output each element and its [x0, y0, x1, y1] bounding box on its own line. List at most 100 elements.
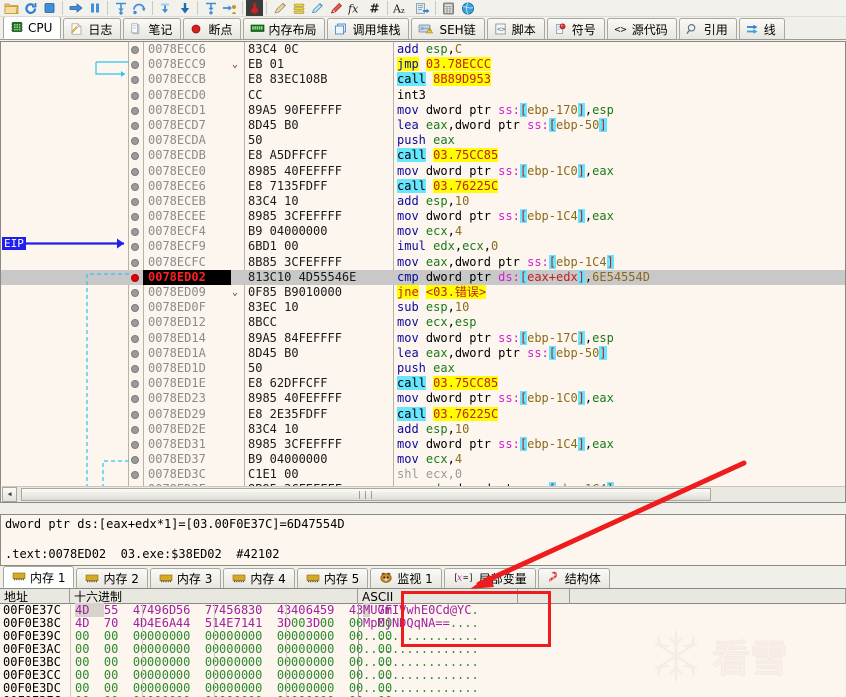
- dump-hex-byte[interactable]: 00: [147, 629, 176, 643]
- bottom-tab-memory-3[interactable]: 内存 3: [149, 568, 222, 588]
- disasm-row[interactable]: 0078ECFC 8B85 3CFEFFFF mov eax,dword ptr s…: [1, 254, 845, 270]
- disasm-row[interactable]: 0078ED23 8985 40FEFFFF mov dword ptr ss:[e…: [1, 391, 845, 406]
- disasm-row[interactable]: 0078ED02 813C10 4D55546E cmp dword ptr ds:…: [1, 269, 845, 285]
- dump-hex-byte[interactable]: 49: [147, 603, 176, 617]
- disasm-row[interactable]: 0078ED3C C1E1 00 shl ecx,0: [1, 467, 845, 482]
- disasm-row[interactable]: 0078ED31 8985 3CFEFFFF mov dword ptr ss:[e…: [1, 436, 845, 452]
- breakpoint-dot-icon[interactable]: [131, 152, 139, 161]
- disasm-row[interactable]: 0078ECE6 E8 7135FDFF call 03.76225C: [1, 178, 845, 194]
- disasm-row[interactable]: 0078ED12 8BCC mov ecx,esp: [1, 315, 845, 330]
- breakpoint-dot-icon[interactable]: [131, 395, 139, 404]
- dump-hex-byte[interactable]: 00: [219, 629, 248, 643]
- tab-call-stack[interactable]: 调用堆栈: [327, 18, 410, 39]
- dump-hex-byte[interactable]: 00: [291, 655, 320, 669]
- hash-icon[interactable]: #: [365, 0, 384, 16]
- dump-hex-byte[interactable]: 00: [248, 655, 277, 669]
- disasm-row[interactable]: 0078ECD1 89A5 90FEFFFF mov dword ptr ss:[e…: [1, 102, 845, 118]
- dump-hex-byte[interactable]: 00: [248, 681, 277, 695]
- breakpoint-dot-icon[interactable]: [131, 364, 139, 373]
- hscroll-thumb[interactable]: |||: [21, 487, 711, 501]
- breakpoint-dot-icon[interactable]: [131, 304, 139, 313]
- dump-hex-byte[interactable]: 00: [147, 681, 176, 695]
- tab-references[interactable]: 引用: [678, 18, 737, 39]
- dump-hex-byte[interactable]: 70: [104, 616, 133, 630]
- dump-hex-byte[interactable]: 00: [219, 681, 248, 695]
- disasm-row[interactable]: 0078ECEB 83C4 10 add esp,10: [1, 194, 845, 209]
- dump-hex-byte[interactable]: 00: [219, 655, 248, 669]
- breakpoint-dot-icon[interactable]: [131, 121, 139, 130]
- disasm-row[interactable]: 0078ED1A 8D45 B0 lea eax,dword ptr ss:[ebp…: [1, 345, 845, 361]
- disasm-row[interactable]: 0078ECDB E8 A5DFFCFF call 03.75CC85: [1, 148, 845, 163]
- run-icon[interactable]: [66, 0, 85, 16]
- dump-hex-byte[interactable]: 00: [320, 681, 349, 695]
- breakpoint-dot-icon[interactable]: [131, 425, 139, 434]
- disasm-row[interactable]: 0078ECEE 8985 3CFEFFFF mov dword ptr ss:[e…: [1, 209, 845, 224]
- bottom-tab-memory-5[interactable]: 内存 5: [296, 568, 369, 588]
- pause-icon[interactable]: [85, 0, 104, 16]
- tab-threads[interactable]: 线: [738, 18, 785, 39]
- dump-hex-byte[interactable]: 00: [320, 629, 349, 643]
- bottom-tab-watch-1[interactable]: 监视 1: [370, 568, 442, 588]
- dump-hex-byte[interactable]: 00: [291, 642, 320, 656]
- dump-hex-byte[interactable]: 00: [176, 629, 205, 643]
- bottom-tab-memory-1[interactable]: 内存 1: [3, 566, 75, 588]
- breakpoint-dot-icon[interactable]: [131, 91, 139, 100]
- tab-script[interactable]: <> 脚本: [486, 18, 545, 39]
- dump-hex-byte[interactable]: 40: [291, 603, 320, 617]
- breakpoint-dot-icon[interactable]: [131, 137, 139, 146]
- dump-hex-byte[interactable]: 00: [219, 668, 248, 682]
- memory-dump-pane[interactable]: 地址 十六进制 ASCII 00F0E37C 4D 55 47 6D 49 56 7…: [0, 589, 846, 697]
- breakpoint-icon[interactable]: [246, 0, 263, 16]
- breakpoint-dot-icon[interactable]: [131, 61, 139, 70]
- export-icon[interactable]: [413, 0, 432, 16]
- dump-hex-byte[interactable]: 00: [320, 616, 349, 630]
- dump-hex-byte[interactable]: 00: [75, 655, 104, 669]
- breakpoint-dot-icon[interactable]: [131, 167, 139, 176]
- dump-hex-byte[interactable]: 00: [176, 655, 205, 669]
- dump-hex-byte[interactable]: 00: [147, 642, 176, 656]
- breakpoint-dot-icon[interactable]: [131, 106, 139, 115]
- breakpoint-dot-icon[interactable]: [131, 440, 139, 449]
- dump-hex-byte[interactable]: 4D: [75, 603, 104, 617]
- disassembly-pane[interactable]: 0078ECC6 83C4 0C add esp,C 0078ECC9 ⌄ EB 01 jm…: [0, 41, 846, 503]
- alphabet-icon[interactable]: Az: [391, 0, 413, 16]
- breakpoint-dot-icon[interactable]: [131, 182, 139, 191]
- dump-hex-byte[interactable]: 00: [104, 681, 133, 695]
- tab-log[interactable]: 日志: [63, 18, 122, 39]
- breakpoint-dot-icon[interactable]: [131, 289, 139, 297]
- disasm-row[interactable]: 0078ECDA 50 push eax: [1, 133, 845, 148]
- breakpoint-dot-icon[interactable]: [131, 273, 139, 282]
- tab-memory-map[interactable]: 内存布局: [243, 18, 326, 39]
- pencil-red-icon[interactable]: [327, 0, 346, 16]
- notes-icon[interactable]: [308, 0, 327, 16]
- execute-till-return-icon[interactable]: [220, 0, 239, 16]
- breakpoint-dot-icon[interactable]: [131, 197, 139, 206]
- breakpoint-dot-icon[interactable]: [131, 501, 139, 502]
- dump-hex-byte[interactable]: 00: [248, 642, 277, 656]
- dump-hex-byte[interactable]: 41: [248, 616, 277, 630]
- disasm-row[interactable]: 0078ED14 89A5 84FEFFFF mov dword ptr ss:[e…: [1, 330, 845, 346]
- step-into-icon[interactable]: [111, 0, 130, 16]
- disasm-row[interactable]: 0078ED37 B9 04000000 mov ecx,4: [1, 452, 845, 467]
- breakpoint-dot-icon[interactable]: [131, 349, 139, 358]
- hscroll-track[interactable]: |||: [17, 486, 845, 502]
- trace-into-icon[interactable]: [201, 0, 220, 16]
- tab-source-code[interactable]: <> 源代码: [606, 18, 677, 39]
- disasm-row[interactable]: 0078ECC9 ⌄ EB 01 jmp 03.78ECCC: [1, 57, 845, 72]
- step-over-icon[interactable]: [130, 0, 149, 16]
- dump-col-hex[interactable]: 十六进制: [70, 589, 358, 604]
- disasm-row[interactable]: 0078ED29 E8 2E35FDFF call 03.76225C: [1, 406, 845, 422]
- dump-hex-byte[interactable]: 4E: [219, 616, 248, 630]
- disasm-row[interactable]: 0078ED09 ⌄ 0F85 B9010000 jne <03.错误>: [1, 285, 845, 300]
- tab-notes[interactable]: 笔记: [123, 18, 182, 39]
- breakpoint-dot-icon[interactable]: [131, 456, 139, 465]
- dump-hex-byte[interactable]: 44: [176, 616, 205, 630]
- restart-icon[interactable]: [21, 0, 40, 16]
- dump-hex-byte[interactable]: 00: [75, 629, 104, 643]
- breakpoint-dot-icon[interactable]: [131, 243, 139, 252]
- bottom-tab-locals[interactable]: [x =] 局部变量: [443, 568, 536, 588]
- tab-breakpoints[interactable]: 断点: [183, 18, 242, 39]
- dump-hex-byte[interactable]: 00: [291, 681, 320, 695]
- disasm-row[interactable]: 0078ECF4 B9 04000000 mov ecx,4: [1, 224, 845, 239]
- step-down-icon[interactable]: [175, 0, 194, 16]
